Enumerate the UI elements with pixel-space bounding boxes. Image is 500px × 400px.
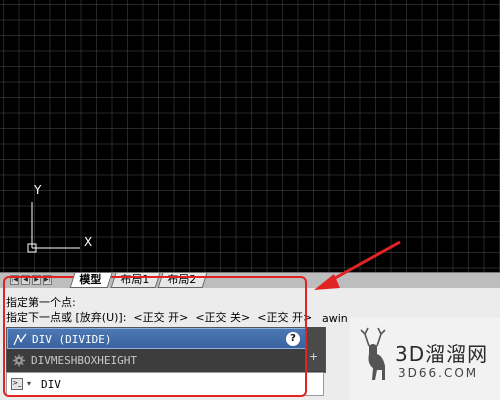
command-input[interactable] <box>41 376 301 392</box>
tab-layout1-label: 布局1 <box>120 273 150 286</box>
autocomplete-list: DIV (DIVIDE) ? DIVMESHBOXHEIGHT <box>6 327 326 373</box>
tab-model[interactable]: 模型 <box>69 273 113 288</box>
tab-layout2[interactable]: 布局2 <box>157 273 208 288</box>
history-line-1: 指定第一个点: <box>6 296 76 309</box>
history-line-2: 指定下一点或 [放弃(U)]: <正交 开> <正交 关> <正交 开> <box>6 311 313 324</box>
watermark-brand: 3D溜溜网 <box>395 342 489 366</box>
recent-commands-dropdown[interactable]: ▾ <box>27 379 31 388</box>
suggestion-divmeshboxheight-label: DIVMESHBOXHEIGHT <box>31 354 137 367</box>
suggestion-divmeshboxheight[interactable]: DIVMESHBOXHEIGHT <box>7 350 325 371</box>
nav-first-button[interactable]: |◀ <box>10 275 19 285</box>
watermark-url: 3D66.COM <box>398 366 479 380</box>
ucs-y-label: Y <box>33 183 42 197</box>
command-prompt-icon[interactable]: >_ <box>11 378 23 390</box>
nav-next-button[interactable]: ▶ <box>32 275 41 285</box>
ucs-icon: Y X <box>27 183 92 253</box>
nav-last-button[interactable]: ▶| <box>43 275 52 285</box>
nav-prev-button[interactable]: ◀ <box>21 275 30 285</box>
divide-icon <box>13 333 27 346</box>
tab-layout1[interactable]: 布局1 <box>110 273 161 288</box>
command-line[interactable]: >_ ▾ <box>6 372 324 396</box>
help-icon[interactable]: ? <box>286 332 300 346</box>
tab-layout2-label: 布局2 <box>167 273 197 286</box>
tab-model-label: 模型 <box>79 273 102 286</box>
history-overflow-text: awin <box>322 312 348 325</box>
ucs-x-label: X <box>84 235 92 249</box>
expand-icon[interactable]: + <box>309 350 318 363</box>
deer-logo-icon <box>360 327 386 380</box>
autocomplete-scrollbar[interactable] <box>306 327 325 371</box>
drawing-canvas[interactable]: Y X <box>0 0 500 273</box>
suggestion-divide[interactable]: DIV (DIVIDE) ? <box>7 328 325 349</box>
suggestion-divide-label: DIV (DIVIDE) <box>32 333 112 346</box>
settings-icon <box>13 354 25 367</box>
layout-tab-bar: |◀ ◀ ▶ ▶| 模型 布局1 布局2 <box>0 272 500 289</box>
